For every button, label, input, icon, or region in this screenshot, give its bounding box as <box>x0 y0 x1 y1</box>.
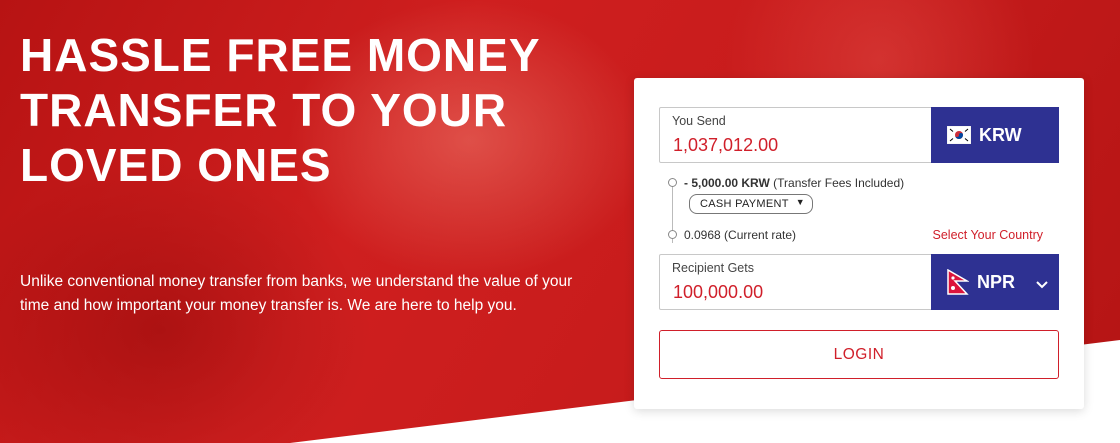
payment-method-value: CASH PAYMENT <box>700 198 789 210</box>
send-amount-input[interactable]: 1,037,012.00 <box>673 135 778 156</box>
payment-method-select[interactable]: CASH PAYMENT ▼ <box>689 194 813 214</box>
receive-amount-field[interactable]: Recipient Gets 100,000.00 NPR <box>659 254 1059 310</box>
hero-subtext: Unlike conventional money transfer from … <box>20 273 573 314</box>
send-label: You Send <box>672 114 726 128</box>
receive-currency-select[interactable]: NPR <box>931 254 1059 310</box>
fee-bullet-icon <box>668 178 677 187</box>
receive-currency-code: NPR <box>977 271 1016 292</box>
chevron-down-icon <box>1035 274 1049 295</box>
send-currency: KRW <box>931 107 1059 163</box>
fee-amount: - 5,000.00 KRW <box>684 176 770 190</box>
select-country-link[interactable]: Select Your Country <box>933 228 1044 242</box>
send-currency-code: KRW <box>979 124 1022 145</box>
nepal-flag-icon <box>947 269 969 295</box>
exchange-rate-text: 0.0968 (Current rate) <box>684 228 797 242</box>
login-button[interactable]: LOGIN <box>659 330 1059 379</box>
transfer-calculator-card: You Send 1,037,012.00 KRW - 5,000.00 KRW… <box>634 78 1084 409</box>
receive-label: Recipient Gets <box>672 261 754 275</box>
south-korea-flag-icon <box>947 126 971 144</box>
caret-down-icon: ▼ <box>795 197 805 207</box>
fee-note: (Transfer Fees Included) <box>773 176 905 190</box>
fee-text: - 5,000.00 KRW (Transfer Fees Included) <box>684 176 904 190</box>
rate-bullet-icon <box>668 230 677 239</box>
hero-headline: HASSLE FREE MONEY TRANSFER TO YOUR LOVED… <box>20 29 540 191</box>
send-amount-field[interactable]: You Send 1,037,012.00 KRW <box>659 107 1059 163</box>
receive-amount-input[interactable]: 100,000.00 <box>673 282 763 303</box>
